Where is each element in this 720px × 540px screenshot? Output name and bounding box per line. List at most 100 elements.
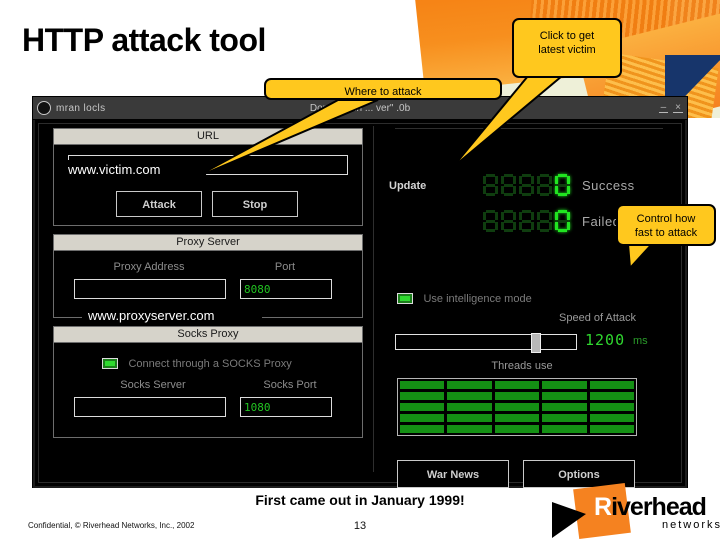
socks-server-input[interactable] [74,397,226,417]
thread-cell [542,403,587,411]
failed-counter: Failed [483,210,620,232]
thread-cell [400,403,445,411]
thread-row [400,414,635,422]
overlay-victim-url: www.victim.com [62,160,206,179]
minimize-button[interactable]: – [658,103,669,113]
overlay-proxy-address: www.proxyserver.com [82,306,262,325]
system-menu-icon[interactable] [37,101,51,115]
led-digit-active [555,174,570,196]
thread-cell [447,392,492,400]
thread-cell [447,381,492,389]
right-panel-divider [395,128,663,129]
thread-cell [494,392,540,400]
socks-group-body: Connect through a SOCKS Proxy Socks Serv… [54,343,362,436]
update-label: Update [389,180,427,192]
titlebar-buttons: – × [658,103,683,113]
logo-name-rest: iverhead [611,493,707,521]
thread-cell [494,425,540,433]
callout-click-to-get-latest-victim: Click to get latest victim [512,18,622,78]
intelligence-checkbox[interactable] [397,293,413,305]
failed-led-display [483,210,570,232]
led-digit [501,174,516,196]
proxy-group-caption: Proxy Server [54,235,362,251]
attack-tool-window: mran locls Dorash Win ... ver" .0b – × U… [32,96,688,488]
threads-use-label: Threads use [491,360,553,372]
led-digit [519,174,534,196]
proxy-address-label: Proxy Address [113,261,185,273]
callout-where-to-attack-text: Where to attack [344,86,422,98]
socks-checkbox[interactable] [102,358,118,370]
socks-port-input[interactable] [240,397,332,417]
socks-proxy-group: Socks Proxy Connect through a SOCKS Prox… [53,326,363,438]
led-digit [537,174,552,196]
socks-port-label: Socks Port [263,379,317,391]
success-led-display [483,174,570,196]
speed-units: ms [633,335,648,347]
logo-subtitle: networks [662,519,720,531]
thread-row [400,381,635,389]
thread-cell [542,414,587,422]
thread-cell [589,403,635,411]
socks-checkbox-label: Connect through a SOCKS Proxy [128,357,292,370]
logo-wordmark: Riverhead [594,493,707,522]
attack-button[interactable]: Attack [116,191,202,217]
war-news-button[interactable]: War News [397,460,509,488]
led-digit [519,210,534,232]
window-titlebar[interactable]: mran locls Dorash Win ... ver" .0b – × [33,97,687,120]
callout-control-how-fast: Control how fast to attack [616,204,716,246]
callout-speed-line2: fast to attack [634,227,698,239]
thread-cell [494,381,540,389]
success-counter: Success [483,174,635,196]
titlebar-left-text: mran locls [56,102,106,114]
thread-cell [494,414,540,422]
failed-label: Failed [582,213,621,229]
speed-slider[interactable] [395,333,577,353]
thread-cell [589,414,635,422]
intelligence-checkbox-row[interactable]: Use intelligence mode [397,290,532,308]
thread-cell [589,381,635,389]
panel-divider [373,126,374,472]
url-group-body: Attack Stop [54,145,362,224]
callout-where-to-attack: Where to attack [264,78,502,100]
thread-cell [589,425,635,433]
speed-of-attack-label: Speed of Attack [559,312,637,324]
logo-r-letter: R [594,493,612,521]
titlebar-title-text: Dorash Win ... ver" .0b [309,102,411,114]
speed-slider-thumb[interactable] [531,333,541,353]
callout-victim-line1: Click to get [539,30,595,42]
thread-cell [542,392,587,400]
thread-cell [400,392,445,400]
riverhead-logo: Riverhead networks [538,483,720,539]
thread-row [400,392,635,400]
led-digit-active [555,210,570,232]
thread-row [400,425,635,433]
url-group-caption: URL [54,129,362,145]
led-digit [501,210,516,232]
thread-cell [494,403,540,411]
callout-speed-line1: Control how [636,213,696,225]
led-digit [483,174,498,196]
led-digit [483,210,498,232]
page-title: HTTP attack tool [22,22,266,58]
thread-cell [400,381,445,389]
stop-button[interactable]: Stop [212,191,298,217]
socks-checkbox-row[interactable]: Connect through a SOCKS Proxy [102,355,292,373]
speed-value: 1200 [585,331,626,349]
thread-cell [447,425,492,433]
proxy-port-input[interactable] [240,279,332,299]
logo-black-triangle [552,502,586,538]
socks-server-label: Socks Server [120,379,186,391]
thread-cell [542,425,587,433]
proxy-address-input[interactable] [74,279,226,299]
thread-cell [542,381,587,389]
close-button[interactable]: × [673,103,683,113]
thread-cell [400,425,445,433]
threads-grid [397,378,637,436]
thread-row [400,403,635,411]
thread-cell [400,414,445,422]
intelligence-checkbox-label: Use intelligence mode [423,292,532,305]
thread-cell [447,414,492,422]
thread-cell [589,392,635,400]
callout-victim-line2: latest victim [538,44,596,56]
proxy-port-label: Port [274,261,296,273]
